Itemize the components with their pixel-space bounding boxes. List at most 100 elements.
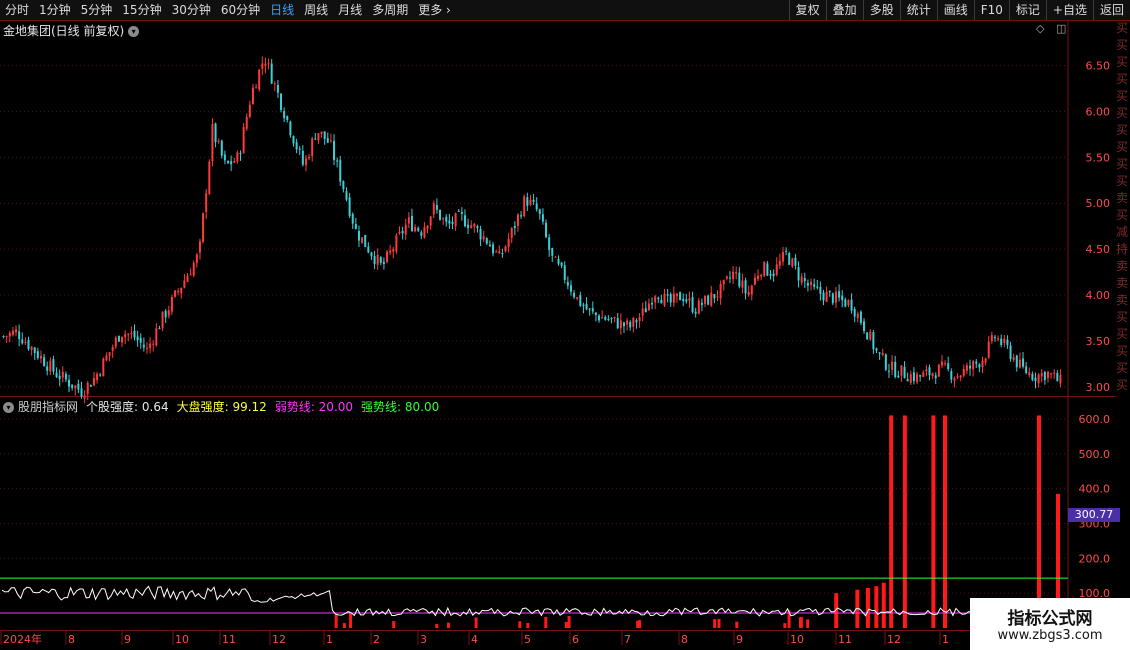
candle-body (641, 308, 644, 316)
candle-body (326, 138, 329, 143)
candle-body (619, 320, 622, 329)
candle-body (579, 294, 582, 306)
candle-body (897, 375, 900, 378)
candle-body (292, 136, 295, 144)
chevron-down-icon[interactable]: ▾ (3, 402, 14, 413)
candle-body (916, 374, 919, 383)
candle-body (987, 341, 990, 358)
candle-body (239, 153, 242, 155)
candle-body (909, 374, 912, 383)
candle-body (86, 382, 89, 394)
candle-body (77, 383, 80, 390)
candle-body (928, 367, 931, 376)
candle-body (887, 370, 890, 372)
candle-body (937, 364, 940, 377)
signal-bar (881, 582, 886, 628)
candle-body (834, 291, 837, 303)
candle-body (981, 360, 984, 368)
candle-body (155, 328, 158, 346)
candle-body (822, 292, 825, 301)
candle-body (569, 285, 572, 292)
candle-body (972, 361, 975, 370)
candle-body (975, 361, 978, 364)
diamond-icon[interactable]: ◇ (1036, 22, 1044, 35)
candle-body (940, 361, 943, 366)
candle-body (853, 309, 856, 317)
candle-body (753, 277, 756, 285)
candle-body (598, 315, 601, 321)
candle-body (11, 330, 14, 335)
candle-body (27, 339, 30, 350)
chart-controls: ◇ ◫ (1036, 22, 1074, 35)
candle-body (735, 272, 738, 274)
candle-body (8, 332, 11, 337)
candle-body (376, 254, 379, 265)
signal-bar-small (567, 615, 571, 628)
candle-body (1046, 371, 1049, 379)
candle-body (806, 282, 809, 286)
signal-bar (943, 415, 948, 628)
weak-line-label: 弱势线: 20.00 (274, 400, 354, 414)
panel-icon[interactable]: ◫ (1056, 22, 1066, 35)
candle-body (894, 361, 897, 377)
candle-body (679, 292, 682, 301)
time-tick-label: 11 (222, 633, 236, 646)
indicator-tick-label: 500.0 (1079, 448, 1111, 461)
candle-body (560, 262, 563, 266)
candle-body (657, 297, 660, 300)
candle-body (448, 220, 451, 224)
candle-body (760, 274, 763, 277)
signal-bar-small (735, 621, 739, 628)
candle-body (1031, 373, 1034, 380)
signal-bar (865, 587, 870, 628)
candle-body (956, 376, 959, 378)
candle-body (308, 157, 311, 159)
candle-body (145, 347, 148, 349)
stock-strength-label: 个股强度: 0.64 (86, 400, 169, 414)
chevron-down-icon[interactable]: ▾ (128, 26, 140, 37)
candle-body (900, 365, 903, 376)
candle-body (791, 258, 794, 267)
candle-body (1006, 339, 1009, 346)
candle-body (127, 333, 130, 335)
candle-body (672, 293, 675, 303)
candle-body (351, 214, 354, 224)
candle-body (685, 299, 688, 302)
price-tick-label: 5.50 (1086, 151, 1111, 164)
candle-body (329, 140, 332, 142)
price-tick-label: 3.50 (1086, 335, 1111, 348)
candle-body (747, 292, 750, 296)
candle-body (775, 264, 778, 275)
candle-body (445, 216, 448, 222)
candle-body (108, 352, 111, 356)
signal-bar-small (474, 617, 478, 628)
candle-body (1053, 372, 1056, 374)
candle-body (557, 258, 560, 264)
candle-body (476, 226, 479, 229)
watermark-title: 指标公式网 (1007, 609, 1093, 629)
chart-area[interactable]: 6.50 6.00 5.50 5.00 4.50 4.00 3.50 3.00 600.0 500… (0, 0, 1130, 650)
candle-body (298, 148, 301, 150)
candle-body (170, 296, 173, 312)
candle-body (750, 285, 753, 295)
candle-body (993, 336, 996, 338)
candle-body (538, 209, 541, 214)
candle-body (704, 295, 707, 304)
candle-body (111, 347, 114, 352)
indicator-tick-label: 400.0 (1079, 483, 1111, 496)
main-chart-title: 金地集团(日线 前复权) ▾ (3, 22, 140, 39)
candle-body (1003, 338, 1006, 343)
candle-body (68, 379, 71, 387)
candle-body (831, 293, 834, 304)
candle-body (180, 287, 183, 294)
candle-body (700, 302, 703, 306)
candle-body (124, 334, 127, 338)
signal-bar-small (526, 623, 530, 628)
candle-body (460, 212, 463, 214)
candle-body (622, 322, 625, 327)
strong-line-label: 强势线: 80.00 (361, 400, 440, 414)
candle-body (694, 311, 697, 314)
candle-body (364, 234, 367, 247)
candle-body (903, 366, 906, 378)
candle-body (370, 252, 373, 257)
